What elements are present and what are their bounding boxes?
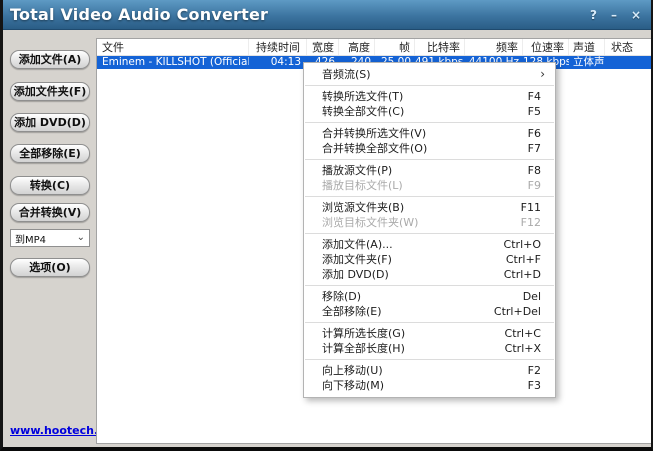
table-header: 文件 持续时间 宽度 高度 帧 比特率 频率 位速率 声道 状态 [97, 39, 651, 56]
cell-duration: 04:13 [249, 56, 307, 69]
menu-separator [305, 85, 554, 86]
menu-separator [305, 159, 554, 160]
menu-item-label: 播放源文件(P) [322, 163, 392, 178]
menu-item-merge-convert-all[interactable]: 合并转换全部文件(O) F7 [304, 141, 555, 156]
menu-shortcut: Del [523, 289, 541, 304]
column-header-fps[interactable]: 帧 [375, 39, 415, 55]
close-button[interactable]: × [631, 9, 641, 21]
menu-shortcut: Ctrl+O [504, 237, 541, 252]
add-dvd-button[interactable]: 添加 DVD(D) [10, 113, 90, 132]
menu-shortcut: F11 [521, 200, 541, 215]
chevron-down-icon: ⌄ [77, 234, 85, 242]
menu-shortcut: F9 [528, 178, 541, 193]
menu-item-label: 转换所选文件(T) [322, 89, 403, 104]
menu-item-audio-stream[interactable]: 音频流(S) › [304, 67, 555, 82]
convert-button[interactable]: 转换(C) [10, 176, 90, 195]
cell-status [605, 56, 651, 69]
menu-separator [305, 233, 554, 234]
column-header-frequency[interactable]: 频率 [465, 39, 523, 55]
menu-separator [305, 322, 554, 323]
menu-shortcut: F4 [528, 89, 541, 104]
menu-item-add-dvd[interactable]: 添加 DVD(D) Ctrl+D [304, 267, 555, 282]
menu-shortcut: Ctrl+Del [494, 304, 541, 319]
menu-item-label: 浏览目标文件夹(W) [322, 215, 418, 230]
column-header-file[interactable]: 文件 [97, 39, 249, 55]
column-header-audio-bitrate[interactable]: 位速率 [523, 39, 569, 55]
menu-item-convert-all[interactable]: 转换全部文件(C) F5 [304, 104, 555, 119]
menu-item-play-target: 播放目标文件(L) F9 [304, 178, 555, 193]
column-header-width[interactable]: 宽度 [307, 39, 339, 55]
menu-item-add-folder[interactable]: 添加文件夹(F) Ctrl+F [304, 252, 555, 267]
menu-shortcut: Ctrl+X [505, 341, 541, 356]
column-header-duration[interactable]: 持续时间 [249, 39, 307, 55]
menu-shortcut: F5 [528, 104, 541, 119]
output-format-value: 到MP4 [15, 231, 46, 246]
submenu-arrow-icon: › [540, 67, 545, 82]
menu-shortcut: Ctrl+C [505, 326, 541, 341]
menu-item-label: 转换全部文件(C) [322, 104, 404, 119]
menu-item-merge-convert-selected[interactable]: 合并转换所选文件(V) F6 [304, 126, 555, 141]
menu-item-label: 音频流(S) [322, 67, 371, 82]
menu-shortcut: F6 [528, 126, 541, 141]
menu-shortcut: Ctrl+F [506, 252, 541, 267]
menu-item-label: 播放目标文件(L) [322, 178, 403, 193]
menu-item-move-up[interactable]: 向上移动(U) F2 [304, 363, 555, 378]
menu-separator [305, 122, 554, 123]
menu-shortcut: Ctrl+D [504, 267, 541, 282]
menu-item-browse-source-folder[interactable]: 浏览源文件夹(B) F11 [304, 200, 555, 215]
column-header-height[interactable]: 高度 [339, 39, 375, 55]
output-format-select[interactable]: 到MP4 ⌄ [10, 229, 90, 247]
merge-convert-button[interactable]: 合并转换(V) [10, 203, 90, 222]
menu-item-label: 合并转换全部文件(O) [322, 141, 427, 156]
remove-all-button[interactable]: 全部移除(E) [10, 144, 90, 163]
menu-shortcut: F2 [528, 363, 541, 378]
titlebar[interactable]: Total Video Audio Converter ? – × [0, 0, 653, 30]
menu-item-label: 合并转换所选文件(V) [322, 126, 426, 141]
menu-item-label: 浏览源文件夹(B) [322, 200, 404, 215]
cell-channels: 立体声 [569, 56, 605, 69]
menu-item-label: 全部移除(E) [322, 304, 382, 319]
cell-file: Eminem - KILLSHOT (Official Aud... [97, 56, 249, 69]
menu-shortcut: F3 [528, 378, 541, 393]
menu-item-browse-target-folder: 浏览目标文件夹(W) F12 [304, 215, 555, 230]
menu-separator [305, 196, 554, 197]
menu-item-remove[interactable]: 移除(D) Del [304, 289, 555, 304]
add-file-button[interactable]: 添加文件(A) [10, 50, 90, 69]
context-menu: 音频流(S) › 转换所选文件(T) F4 转换全部文件(C) F5 合并转换所… [303, 62, 556, 398]
column-header-channels[interactable]: 声道 [569, 39, 605, 55]
menu-separator [305, 285, 554, 286]
menu-item-label: 添加文件(A)... [322, 237, 393, 252]
column-header-status[interactable]: 状态 [605, 39, 651, 55]
menu-item-calc-selected-length[interactable]: 计算所选长度(G) Ctrl+C [304, 326, 555, 341]
menu-item-label: 计算所选长度(G) [322, 326, 405, 341]
menu-shortcut: F7 [528, 141, 541, 156]
menu-item-move-down[interactable]: 向下移动(M) F3 [304, 378, 555, 393]
menu-item-label: 添加 DVD(D) [322, 267, 389, 282]
menu-item-label: 添加文件夹(F) [322, 252, 392, 267]
column-header-bitrate[interactable]: 比特率 [415, 39, 465, 55]
menu-item-add-file[interactable]: 添加文件(A)... Ctrl+O [304, 237, 555, 252]
app-window: Total Video Audio Converter ? – × 添加文件(A… [0, 0, 653, 451]
menu-item-convert-selected[interactable]: 转换所选文件(T) F4 [304, 89, 555, 104]
menu-item-play-source[interactable]: 播放源文件(P) F8 [304, 163, 555, 178]
menu-shortcut: F12 [521, 215, 541, 230]
window-title: Total Video Audio Converter [10, 5, 268, 24]
menu-item-label: 计算全部长度(H) [322, 341, 405, 356]
menu-item-calc-all-length[interactable]: 计算全部长度(H) Ctrl+X [304, 341, 555, 356]
menu-separator [305, 359, 554, 360]
menu-item-label: 向上移动(U) [322, 363, 383, 378]
options-button[interactable]: 选项(O) [10, 258, 90, 277]
add-folder-button[interactable]: 添加文件夹(F) [10, 82, 90, 101]
help-button[interactable]: ? [590, 9, 597, 21]
menu-shortcut: F8 [528, 163, 541, 178]
menu-item-remove-all[interactable]: 全部移除(E) Ctrl+Del [304, 304, 555, 319]
menu-item-label: 向下移动(M) [322, 378, 384, 393]
menu-item-label: 移除(D) [322, 289, 361, 304]
minimize-button[interactable]: – [611, 9, 617, 21]
